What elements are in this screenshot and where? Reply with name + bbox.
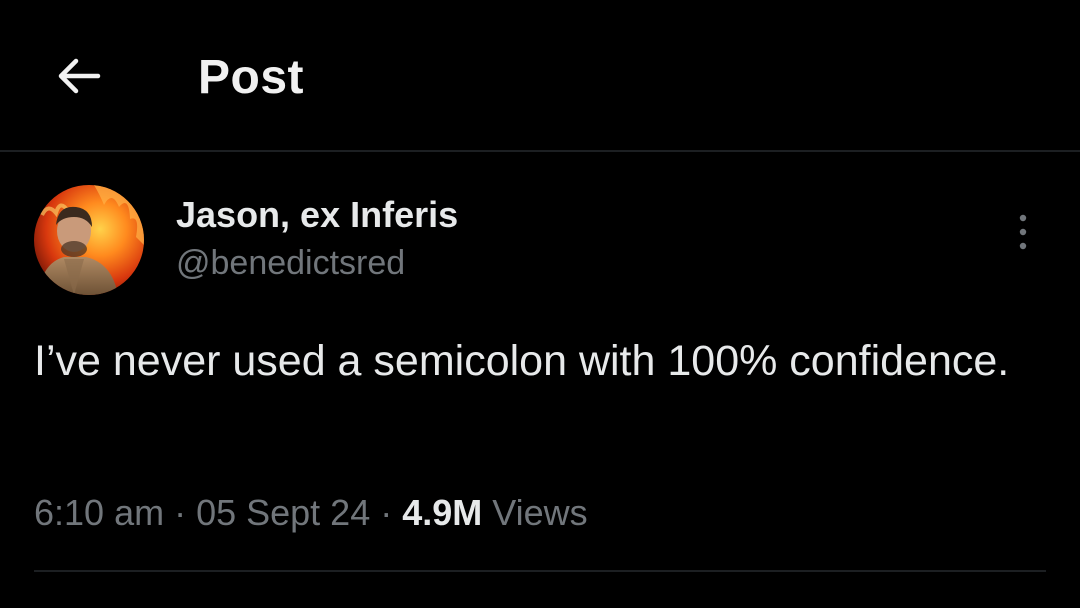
avatar-photo-icon <box>34 185 144 295</box>
post-text: I’ve never used a semicolon with 100% co… <box>34 337 1010 385</box>
back-button[interactable] <box>50 52 106 100</box>
post-time[interactable]: 6:10 am <box>34 492 164 533</box>
post-divider <box>34 570 1046 572</box>
page-title: Post <box>198 51 305 104</box>
avatar[interactable] <box>34 185 144 295</box>
post: Jason, ex Inferis @benedictsred I’ve nev… <box>0 152 1080 608</box>
author-display-name[interactable]: Jason, ex Inferis <box>176 194 458 236</box>
author-handle[interactable]: @benedictsred <box>176 244 405 283</box>
top-bar: Post <box>0 0 1080 152</box>
views-label: Views <box>492 492 588 533</box>
post-metadata: 6:10 am · 05 Sept 24 · 4.9M Views <box>34 492 588 534</box>
meta-separator: · <box>164 492 197 533</box>
post-date[interactable]: 05 Sept 24 <box>196 492 370 533</box>
meta-separator: · <box>370 492 403 533</box>
more-vertical-icon <box>1019 214 1027 250</box>
arrow-left-icon <box>58 58 101 94</box>
more-options-button[interactable] <box>1008 210 1038 254</box>
views-count[interactable]: 4.9M <box>402 492 482 533</box>
